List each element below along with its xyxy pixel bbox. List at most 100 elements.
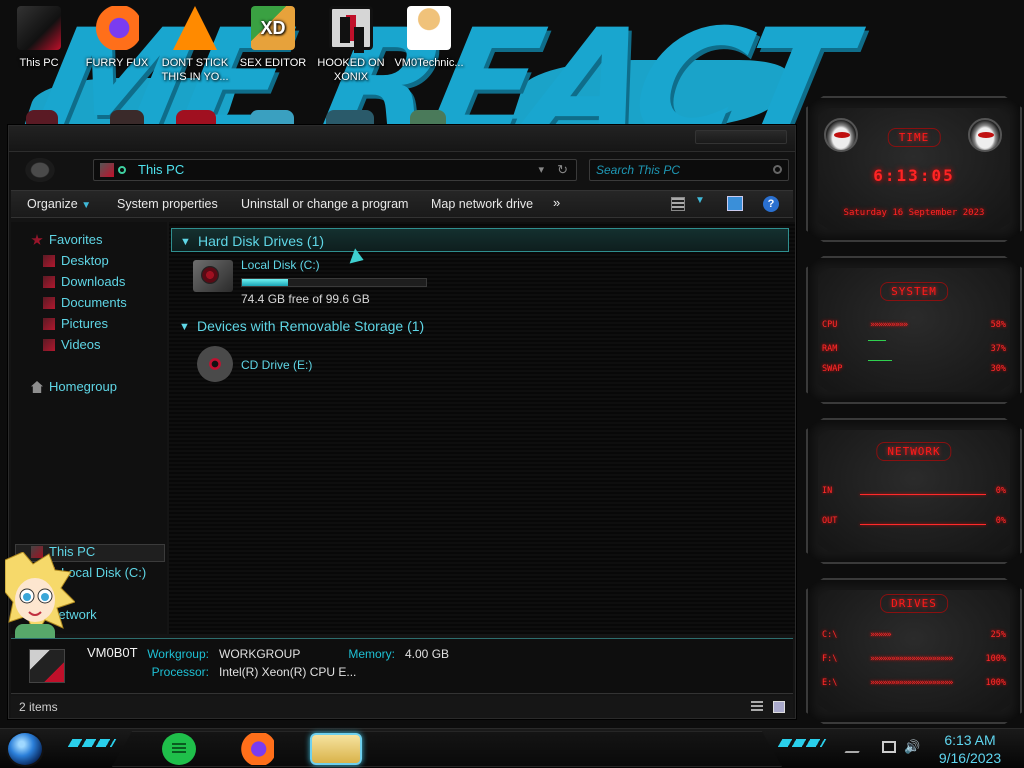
system-properties-button[interactable]: System properties — [117, 191, 218, 217]
row-label: F:\ — [822, 654, 838, 664]
vlc-icon — [173, 6, 217, 50]
address-text: This PC — [138, 162, 185, 177]
details-view-icon[interactable] — [751, 701, 763, 713]
drive-e-row: E:\ »»»»»»»»»»»»»»»»»»»» 100% — [822, 678, 1006, 690]
gadget-title: TIME — [887, 128, 941, 147]
address-bar[interactable]: This PC ▾ ↻ — [93, 159, 577, 181]
row-label: SWAP — [822, 364, 843, 374]
start-button-icon[interactable] — [6, 731, 44, 767]
time-gadget[interactable]: TIME 6:13:05 Saturday 16 September 2023 — [806, 96, 1022, 242]
drive-local-disk-c[interactable]: Local Disk (C:) 74.4 GB free of 99.6 GB — [193, 256, 453, 310]
desktop-icon-label: FURRY FUX — [85, 57, 149, 69]
row-percent: 0% — [995, 486, 1006, 496]
clock-time: 6:13 AM — [944, 732, 996, 748]
show-hidden-icons-icon[interactable] — [844, 741, 866, 753]
system-gadget[interactable]: SYSTEM CPU »»»»»»»»» 58% RAM 37% SWAP 30… — [806, 256, 1022, 404]
sidebar-item-favorites[interactable]: Favorites — [31, 230, 102, 250]
desktop-icon-vm0technic[interactable]: VM0Technic... — [390, 0, 468, 70]
desktop-folder-icon — [43, 255, 55, 267]
window-title-bar[interactable] — [9, 126, 795, 152]
refresh-icon[interactable]: ↻ — [557, 160, 568, 180]
sidebar-item-label: Homegroup — [49, 379, 117, 394]
desktop-icon-hxd[interactable]: XD SEX EDITOR — [234, 0, 312, 70]
large-icons-view-icon[interactable] — [773, 701, 785, 713]
gadget-time: 6:13:05 — [873, 166, 955, 185]
drive-usage-fill — [242, 279, 288, 286]
more-commands-button[interactable]: » — [553, 191, 560, 215]
drives-gadget[interactable]: DRIVES C:\ »»»»» 25% F:\ »»»»»»»»»»»»»»»… — [806, 578, 1022, 724]
firefox-icon[interactable] — [240, 733, 274, 765]
sidebar-item-homegroup[interactable]: Homegroup — [31, 377, 117, 397]
sidebar-item-desktop[interactable]: Desktop — [43, 251, 109, 271]
memory-value: 4.00 GB — [405, 647, 450, 661]
location-dot-icon — [118, 166, 126, 174]
network-icon[interactable] — [882, 741, 896, 753]
sidebar-item-pictures[interactable]: Pictures — [43, 314, 108, 334]
xonix-icon — [329, 6, 373, 50]
ram-graph-line — [868, 340, 886, 341]
computer-icon — [29, 649, 65, 683]
organize-button[interactable]: Organize ▼ — [27, 191, 91, 217]
content-pane: ▼ Hard Disk Drives (1) Local Disk (C:) 7… — [169, 222, 795, 634]
row-percent: 25% — [990, 630, 1006, 640]
search-input[interactable]: Search This PC — [589, 159, 789, 181]
window-controls[interactable] — [695, 130, 787, 144]
pc-icon — [100, 163, 114, 177]
ram-row: RAM 37% — [822, 344, 1006, 356]
drive-f-row: F:\ »»»»»»»»»»»»»»»»»»»» 100% — [822, 654, 1006, 666]
help-icon[interactable]: ? — [763, 196, 779, 212]
cpu-row: CPU »»»»»»»»» 58% — [822, 320, 1006, 332]
gadget-date: Saturday 16 September 2023 — [843, 208, 985, 218]
row-arrows: »»»»»»»»»»»»»»»»»»»» — [870, 678, 953, 688]
sidebar-item-videos[interactable]: Videos — [43, 335, 101, 355]
desktop-icon-partial — [110, 110, 144, 126]
drive-c-row: C:\ »»»»» 25% — [822, 630, 1006, 642]
taskbar-decoration — [777, 739, 827, 747]
row-label: IN — [822, 486, 833, 496]
network-gadget[interactable]: NETWORK IN 0% OUT 0% — [806, 418, 1022, 564]
taskbar-clock[interactable]: 6:13 AM 9/16/2023 — [930, 729, 1010, 767]
hard-drive-icon — [193, 260, 233, 292]
desktop-icon-partial — [176, 110, 216, 126]
sidebar-item-downloads[interactable]: Downloads — [43, 272, 125, 292]
volume-icon[interactable]: 🔊 — [904, 739, 920, 754]
row-percent: 100% — [985, 678, 1006, 688]
group-header-removable-storage[interactable]: ▼ Devices with Removable Storage (1) — [171, 314, 789, 338]
firefox-icon — [95, 6, 139, 50]
sidebar-item-label: Documents — [61, 295, 127, 310]
navigation-pane: Favorites Desktop Downloads Documents Pi… — [5, 222, 167, 664]
back-forward-orb-icon[interactable] — [23, 156, 57, 184]
group-title: Devices with Removable Storage (1) — [197, 318, 425, 334]
navigation-bar: This PC ▾ ↻ Search This PC — [9, 152, 795, 190]
row-percent: 30% — [990, 364, 1006, 374]
search-icon[interactable] — [773, 165, 782, 174]
desktop-icon-partial — [326, 110, 374, 126]
row-label: RAM — [822, 344, 838, 354]
chevron-down-icon[interactable]: ▼ — [695, 195, 705, 206]
desktop-icon-partial — [410, 110, 446, 126]
row-label: OUT — [822, 516, 838, 526]
row-arrows: »»»»»»»»»»»»»»»»»»»» — [870, 654, 953, 664]
chevron-down-icon[interactable]: ▼ — [180, 230, 191, 254]
memory-label: Memory: — [348, 647, 395, 661]
taskbar-app-area — [112, 731, 782, 767]
map-network-drive-button[interactable]: Map network drive — [431, 191, 533, 217]
chevron-down-icon[interactable]: ▾ — [538, 160, 544, 180]
uninstall-program-button[interactable]: Uninstall or change a program — [241, 191, 408, 217]
preview-pane-icon[interactable] — [727, 196, 743, 211]
sidebar-item-label: Downloads — [61, 274, 126, 289]
desktop-icon-vlc[interactable]: DONT STICK THIS IN YO... — [156, 0, 234, 84]
drive-cd-e[interactable]: CD Drive (E:) — [193, 346, 393, 386]
desktop-icon-xonix[interactable]: HOOKED ON XONIX — [312, 0, 390, 84]
row-percent: 0% — [995, 516, 1006, 526]
desktop-icon-this-pc[interactable]: This PC — [0, 0, 78, 70]
desktop-icon-furry-fux[interactable]: FURRY FUX — [78, 0, 156, 70]
notes-app-icon[interactable] — [162, 733, 196, 765]
chevron-down-icon[interactable]: ▼ — [179, 315, 190, 339]
group-header-hard-disk-drives[interactable]: ▼ Hard Disk Drives (1) — [171, 228, 789, 252]
gadget-title: DRIVES — [880, 594, 948, 613]
row-percent: 37% — [990, 344, 1006, 354]
sidebar-item-documents[interactable]: Documents — [43, 293, 127, 313]
file-explorer-icon[interactable] — [310, 733, 362, 765]
change-view-icon[interactable] — [671, 197, 685, 211]
